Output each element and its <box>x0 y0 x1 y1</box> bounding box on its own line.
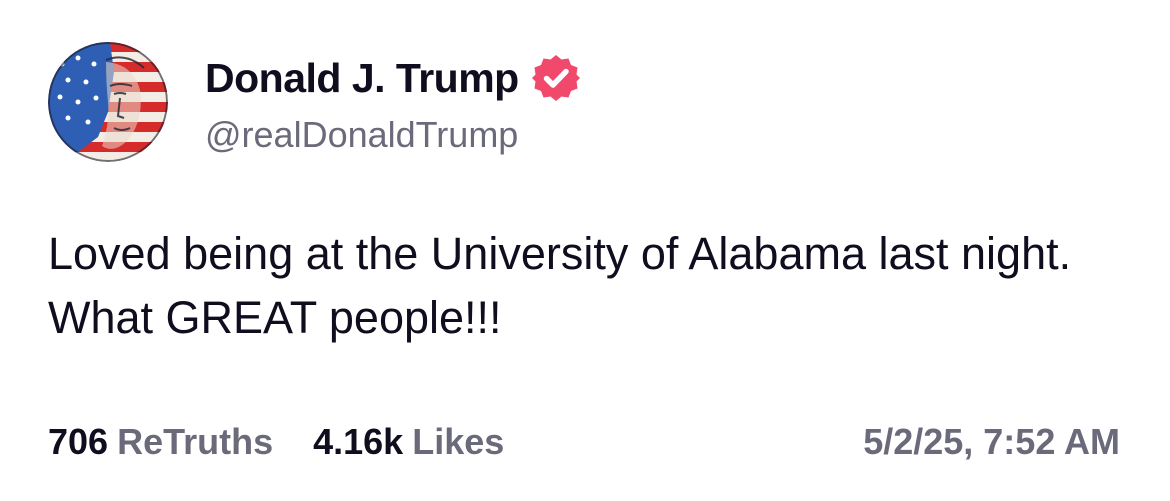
retruths-label: ReTruths <box>117 421 274 462</box>
avatar-image <box>48 42 168 162</box>
author-handle[interactable]: @realDonaldTrump <box>205 114 518 156</box>
likes-label: Likes <box>412 421 505 462</box>
profile-avatar[interactable] <box>48 42 168 162</box>
retruths-count: 706 <box>48 421 109 462</box>
post-text: Loved being at the University of Alabama… <box>48 228 1072 343</box>
retruths-stat[interactable]: 706 ReTruths <box>48 421 273 463</box>
verified-badge-icon <box>531 53 581 103</box>
author-display-name[interactable]: Donald J. Trump <box>205 55 519 102</box>
truth-post: Donald J. Trump @realDonaldTrump Loved b… <box>0 0 1170 501</box>
likes-stat[interactable]: 4.16k Likes <box>313 421 504 463</box>
likes-count: 4.16k <box>313 421 404 462</box>
author-name-row: Donald J. Trump <box>205 52 581 104</box>
post-timestamp: 5/2/25, 7:52 AM <box>863 421 1120 462</box>
post-stats: 706 ReTruths 4.16k Likes <box>48 421 504 463</box>
